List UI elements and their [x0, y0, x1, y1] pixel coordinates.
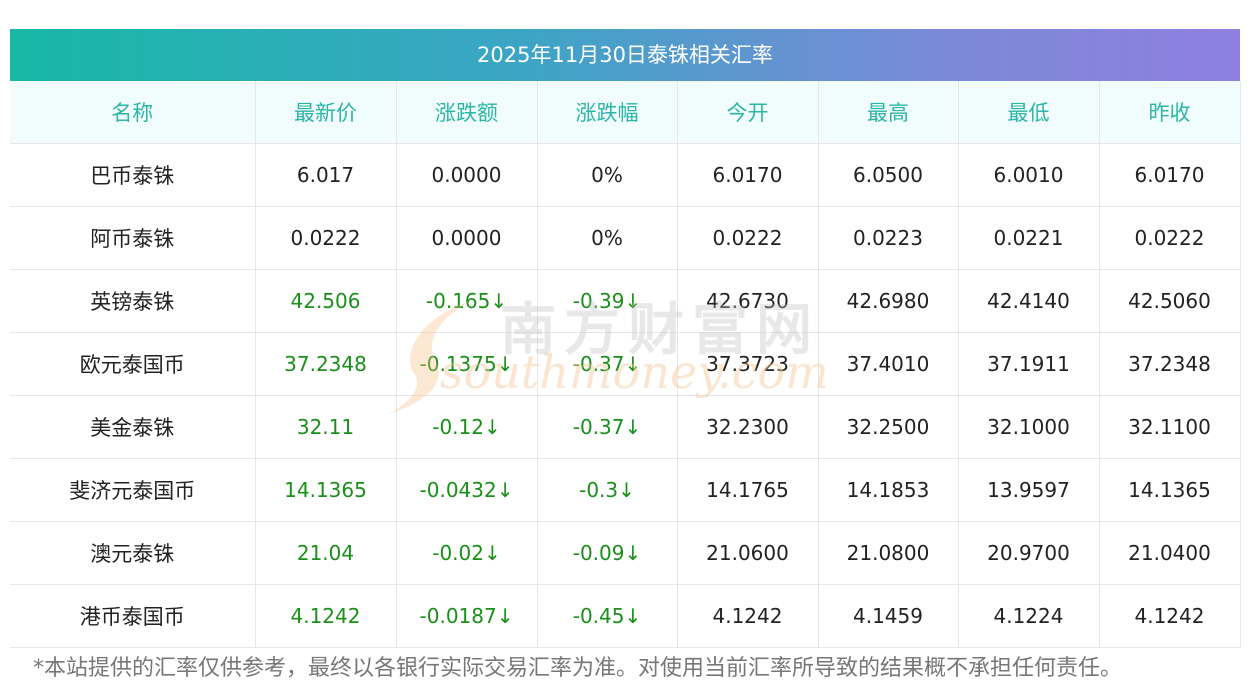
cell-change-pct: 0%: [537, 143, 678, 207]
cell-change: -0.165↓: [396, 269, 538, 333]
table-row: 美金泰铢 32.11 -0.12↓ -0.37↓ 32.2300 32.2500 32.10…: [10, 395, 1241, 459]
cell-open: 0.0222: [677, 206, 819, 270]
rates-panel: 2025年11月30日泰铢相关汇率 名称 最新价 涨跌额 涨跌幅 今开 最高 最…: [10, 29, 1241, 648]
cell-open: 21.0600: [677, 521, 819, 585]
cell-latest: 21.04: [255, 521, 397, 585]
table-row: 欧元泰国币 37.2348 -0.1375↓ -0.37↓ 37.3723 37.4010…: [10, 332, 1241, 396]
cell-latest: 6.017: [255, 143, 397, 207]
cell-open: 6.0170: [677, 143, 819, 207]
cell-high: 42.6980: [818, 269, 959, 333]
cell-name: 阿币泰铢: [10, 206, 256, 270]
column-header-high: 最高: [818, 81, 959, 144]
disclaimer-text: *本站提供的汇率仅供参考，最终以各银行实际交易汇率为准。对使用当前汇率所导致的结…: [33, 656, 1123, 681]
table-row: 巴币泰铢 6.017 0.0000 0% 6.0170 6.0500 6.0010 6.017…: [10, 143, 1241, 207]
cell-latest: 0.0222: [255, 206, 397, 270]
cell-change: 0.0000: [396, 143, 538, 207]
page-title: 2025年11月30日泰铢相关汇率: [10, 29, 1240, 81]
cell-change-pct: -0.37↓: [537, 332, 678, 396]
cell-low: 6.0010: [958, 143, 1100, 207]
cell-latest: 14.1365: [255, 458, 397, 522]
cell-low: 20.9700: [958, 521, 1100, 585]
cell-open: 42.6730: [677, 269, 819, 333]
cell-name: 美金泰铢: [10, 395, 256, 459]
column-header-prev-close: 昨收: [1099, 81, 1241, 144]
cell-name: 英镑泰铢: [10, 269, 256, 333]
cell-high: 0.0223: [818, 206, 959, 270]
cell-change-pct: -0.09↓: [537, 521, 678, 585]
cell-high: 6.0500: [818, 143, 959, 207]
cell-low: 0.0221: [958, 206, 1100, 270]
cell-low: 13.9597: [958, 458, 1100, 522]
column-header-open: 今开: [677, 81, 819, 144]
column-header-name: 名称: [10, 81, 256, 144]
cell-low: 37.1911: [958, 332, 1100, 396]
cell-high: 32.2500: [818, 395, 959, 459]
cell-prev-close: 0.0222: [1099, 206, 1241, 270]
cell-prev-close: 4.1242: [1099, 584, 1241, 648]
cell-change-pct: -0.37↓: [537, 395, 678, 459]
cell-open: 37.3723: [677, 332, 819, 396]
cell-prev-close: 14.1365: [1099, 458, 1241, 522]
cell-high: 21.0800: [818, 521, 959, 585]
cell-name: 港币泰国币: [10, 584, 256, 648]
cell-open: 4.1242: [677, 584, 819, 648]
cell-open: 14.1765: [677, 458, 819, 522]
cell-prev-close: 42.5060: [1099, 269, 1241, 333]
table-row: 阿币泰铢 0.0222 0.0000 0% 0.0222 0.0223 0.0221 0.02…: [10, 206, 1241, 270]
cell-change: -0.12↓: [396, 395, 538, 459]
column-header-low: 最低: [958, 81, 1100, 144]
cell-name: 欧元泰国币: [10, 332, 256, 396]
cell-high: 37.4010: [818, 332, 959, 396]
cell-change-pct: 0%: [537, 206, 678, 270]
cell-latest: 37.2348: [255, 332, 397, 396]
cell-latest: 4.1242: [255, 584, 397, 648]
cell-high: 4.1459: [818, 584, 959, 648]
column-header-latest: 最新价: [255, 81, 397, 144]
cell-change: -0.02↓: [396, 521, 538, 585]
cell-open: 32.2300: [677, 395, 819, 459]
cell-name: 巴币泰铢: [10, 143, 256, 207]
cell-change-pct: -0.39↓: [537, 269, 678, 333]
rates-table: 名称 最新价 涨跌额 涨跌幅 今开 最高 最低 昨收 巴币泰铢 6.017 0.00…: [10, 81, 1241, 648]
cell-name: 澳元泰铢: [10, 521, 256, 585]
cell-change-pct: -0.3↓: [537, 458, 678, 522]
cell-latest: 32.11: [255, 395, 397, 459]
column-header-change-pct: 涨跌幅: [537, 81, 678, 144]
table-row: 斐济元泰国币 14.1365 -0.0432↓ -0.3↓ 14.1765 14.1853…: [10, 458, 1241, 522]
cell-change-pct: -0.45↓: [537, 584, 678, 648]
cell-latest: 42.506: [255, 269, 397, 333]
cell-prev-close: 37.2348: [1099, 332, 1241, 396]
cell-prev-close: 6.0170: [1099, 143, 1241, 207]
column-header-change: 涨跌额: [396, 81, 538, 144]
cell-prev-close: 32.1100: [1099, 395, 1241, 459]
cell-low: 42.4140: [958, 269, 1100, 333]
cell-low: 32.1000: [958, 395, 1100, 459]
cell-low: 4.1224: [958, 584, 1100, 648]
cell-change: -0.1375↓: [396, 332, 538, 396]
table-row: 港币泰国币 4.1242 -0.0187↓ -0.45↓ 4.1242 4.1459 4.1…: [10, 584, 1241, 648]
cell-change: -0.0432↓: [396, 458, 538, 522]
cell-high: 14.1853: [818, 458, 959, 522]
cell-change: 0.0000: [396, 206, 538, 270]
cell-prev-close: 21.0400: [1099, 521, 1241, 585]
cell-name: 斐济元泰国币: [10, 458, 256, 522]
table-row: 英镑泰铢 42.506 -0.165↓ -0.39↓ 42.6730 42.6980 42.…: [10, 269, 1241, 333]
table-row: 澳元泰铢 21.04 -0.02↓ -0.09↓ 21.0600 21.0800 20.97…: [10, 521, 1241, 585]
table-header-row: 名称 最新价 涨跌额 涨跌幅 今开 最高 最低 昨收: [10, 81, 1241, 144]
cell-change: -0.0187↓: [396, 584, 538, 648]
